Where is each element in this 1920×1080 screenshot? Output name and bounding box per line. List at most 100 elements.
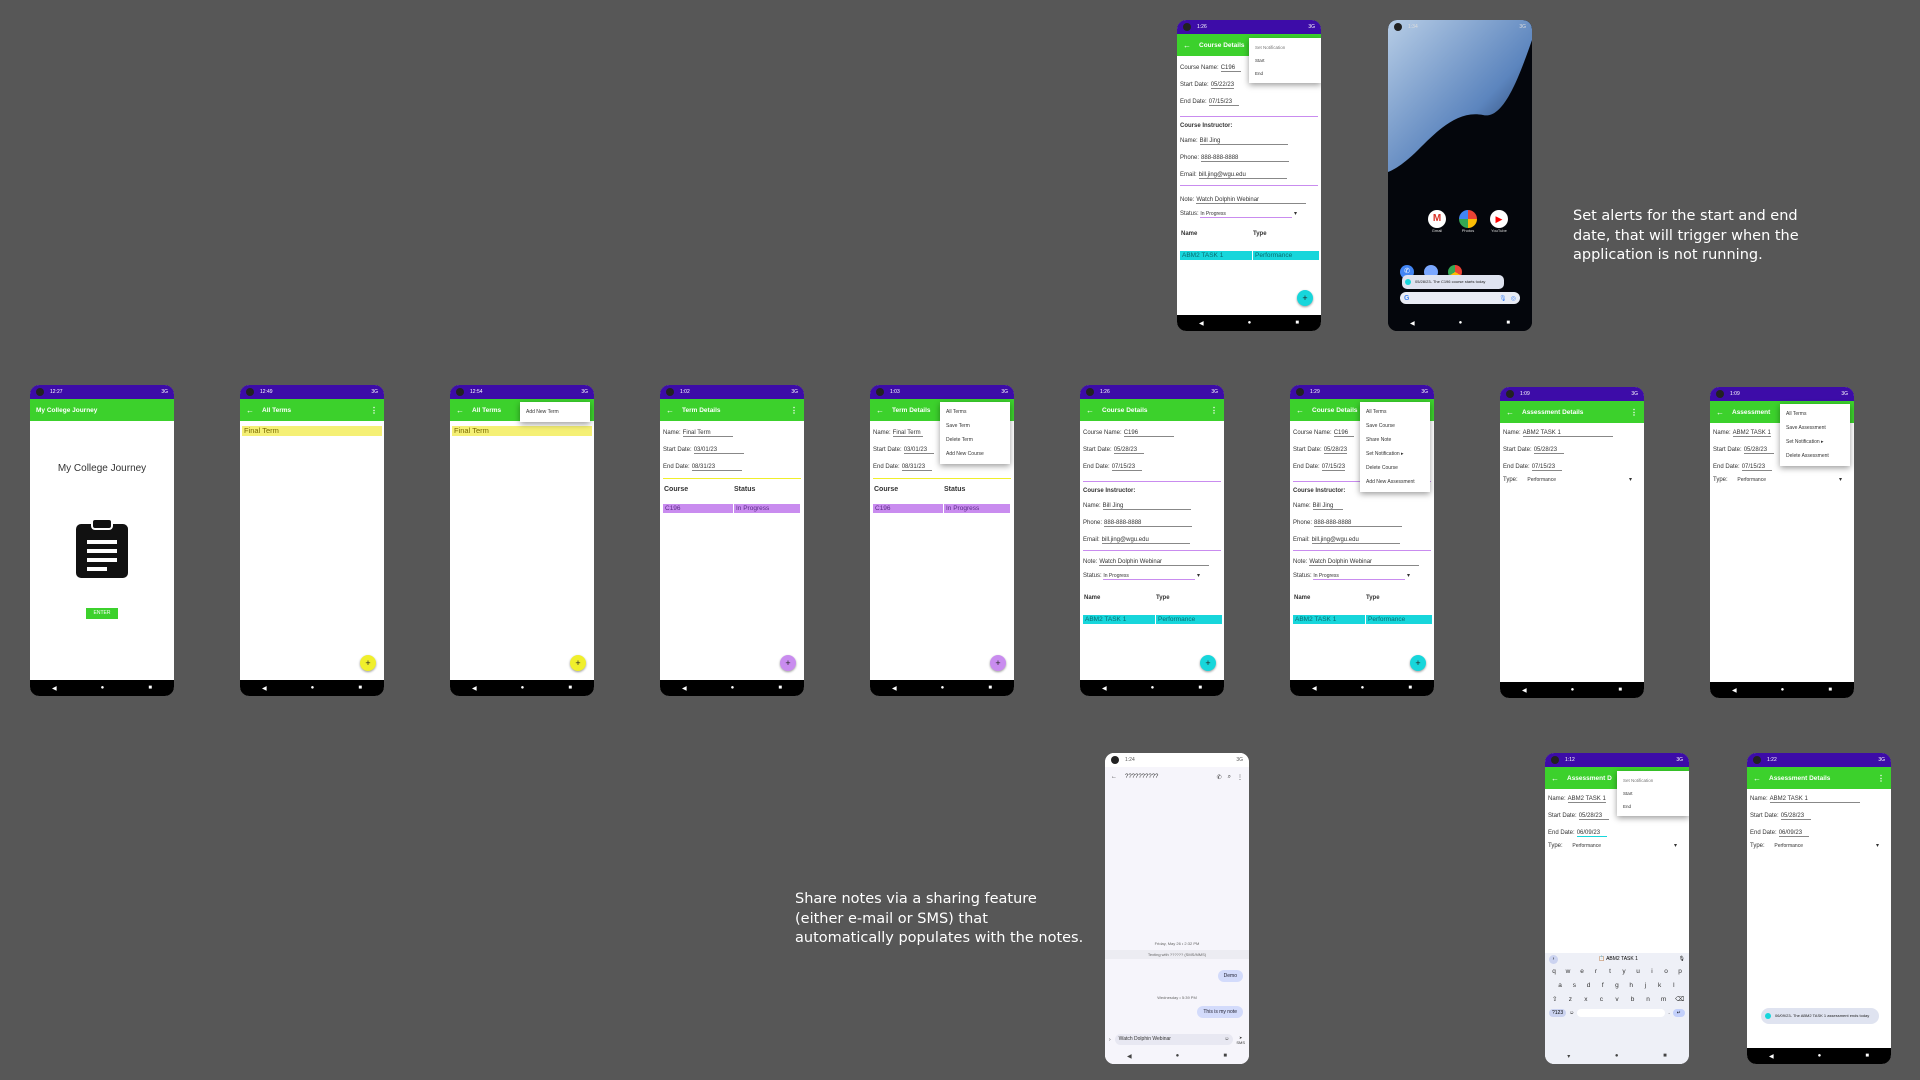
back-arrow-icon[interactable]: ← bbox=[876, 406, 884, 415]
recents-nav-icon[interactable]: ■ bbox=[778, 685, 782, 691]
assessment-start-field[interactable]: Start Date: 05/28/23 bbox=[1548, 813, 1609, 820]
course-start-field[interactable]: Start Date: 05/22/23 bbox=[1180, 82, 1235, 89]
assessment-start-field[interactable]: Start Date: 05/28/23 bbox=[1750, 813, 1811, 820]
assessment-name-field[interactable]: Name: ABM2 TASK 1 bbox=[1713, 430, 1771, 437]
course-cell[interactable]: C196 bbox=[873, 504, 943, 513]
key[interactable]: d bbox=[1585, 981, 1593, 991]
back-nav-icon[interactable]: ◀ bbox=[1769, 1053, 1774, 1060]
menu-item-start[interactable]: Start bbox=[1617, 787, 1689, 800]
back-nav-icon[interactable]: ◀ bbox=[1522, 687, 1527, 694]
home-nav-icon[interactable]: ● bbox=[1151, 685, 1155, 691]
overflow-menu-icon[interactable]: ⋮ bbox=[1210, 406, 1218, 415]
message-bubble[interactable]: This is my note bbox=[1197, 1006, 1243, 1018]
status-cell[interactable]: In Progress bbox=[944, 504, 1010, 513]
menu-item-end[interactable]: End bbox=[1249, 67, 1321, 80]
home-nav-icon[interactable]: ● bbox=[1248, 320, 1252, 326]
term-start-field[interactable]: Start Date: 03/01/23 bbox=[873, 447, 934, 454]
key[interactable]: a bbox=[1556, 981, 1564, 991]
back-nav-icon[interactable]: ◀ bbox=[1127, 1053, 1132, 1060]
recents-nav-icon[interactable]: ■ bbox=[1663, 1053, 1667, 1059]
course-cell[interactable]: C196 bbox=[663, 504, 733, 513]
assessment-cell[interactable]: ABM2 TASK 1 bbox=[1083, 615, 1155, 624]
expand-icon[interactable]: › bbox=[1109, 1037, 1111, 1043]
back-arrow-icon[interactable]: ← bbox=[1183, 41, 1191, 50]
home-nav-icon[interactable]: ● bbox=[1615, 1053, 1619, 1059]
menu-item-set-notification[interactable]: Set Notification ▸ bbox=[1360, 447, 1430, 461]
key[interactable]: w bbox=[1564, 967, 1572, 977]
term-row[interactable]: Final Term bbox=[452, 426, 592, 436]
home-nav-icon[interactable]: ● bbox=[101, 685, 105, 691]
key[interactable]: v bbox=[1613, 995, 1621, 1005]
emoji-icon[interactable]: ☺ bbox=[1224, 1034, 1229, 1045]
shift-key-icon[interactable]: ⇧ bbox=[1551, 995, 1559, 1005]
menu-item-share-note[interactable]: Share Note bbox=[1360, 433, 1430, 447]
assessment-end-field[interactable]: End Date: 06/09/23 bbox=[1548, 830, 1607, 837]
note-field[interactable]: Note: Watch Dolphin Webinar bbox=[1180, 197, 1307, 204]
back-arrow-icon[interactable]: ← bbox=[1753, 774, 1761, 783]
recents-nav-icon[interactable]: ■ bbox=[1223, 1053, 1227, 1059]
key[interactable]: i bbox=[1648, 967, 1656, 977]
key[interactable]: y bbox=[1620, 967, 1628, 977]
photos-app[interactable]: Photos bbox=[1459, 210, 1477, 233]
message-bubble[interactable]: Demo bbox=[1217, 970, 1243, 982]
back-nav-icon[interactable]: ◀ bbox=[52, 685, 57, 692]
mic-icon[interactable]: 🎙 bbox=[1679, 956, 1685, 962]
expand-toolbar-icon[interactable]: › bbox=[1549, 954, 1558, 964]
home-nav-icon[interactable]: ● bbox=[1176, 1053, 1180, 1059]
back-nav-icon[interactable]: ◀ bbox=[1410, 320, 1415, 327]
assessment-end-field[interactable]: End Date: 06/09/23 bbox=[1750, 830, 1809, 837]
assessment-start-field[interactable]: Start Date: 05/28/23 bbox=[1503, 447, 1564, 454]
back-nav-icon[interactable]: ◀ bbox=[1102, 685, 1107, 692]
menu-item-add-new-term[interactable]: Add New Term bbox=[520, 405, 590, 419]
course-name-field[interactable]: Course Name: C196 bbox=[1083, 430, 1174, 437]
mic-icon[interactable]: 🎙 bbox=[1499, 295, 1507, 302]
instructor-name-field[interactable]: Name: Bill Jing bbox=[1293, 503, 1343, 510]
key[interactable]: g bbox=[1613, 981, 1621, 991]
type-select[interactable]: Type: Performance ▾ bbox=[1548, 842, 1677, 849]
key[interactable]: u bbox=[1634, 967, 1642, 977]
overflow-menu-icon[interactable]: ⋮ bbox=[1237, 774, 1243, 781]
back-nav-icon[interactable]: ◀ bbox=[262, 685, 267, 692]
key[interactable]: p bbox=[1676, 967, 1684, 977]
instructor-phone-field[interactable]: Phone: 888-888-8888 bbox=[1293, 520, 1403, 527]
type-cell[interactable]: Performance bbox=[1366, 615, 1432, 624]
recents-nav-icon[interactable]: ■ bbox=[568, 685, 572, 691]
menu-item-save-term[interactable]: Save Term bbox=[940, 419, 1010, 433]
menu-item-delete-assessment[interactable]: Delete Assessment bbox=[1780, 449, 1850, 463]
key[interactable]: j bbox=[1641, 981, 1649, 991]
menu-item-save-assessment[interactable]: Save Assessment bbox=[1780, 421, 1850, 435]
send-button[interactable]: ➤ SMS bbox=[1236, 1035, 1245, 1045]
menu-item-start[interactable]: Start bbox=[1249, 54, 1321, 67]
recents-nav-icon[interactable]: ■ bbox=[1618, 687, 1622, 693]
course-start-field[interactable]: Start Date: 05/28/23 bbox=[1293, 447, 1348, 454]
assessment-cell[interactable]: ABM2 TASK 1 bbox=[1293, 615, 1365, 624]
menu-item-add-new-assessment[interactable]: Add New Assessment bbox=[1360, 475, 1430, 489]
key[interactable]: s bbox=[1570, 981, 1578, 991]
status-select[interactable]: Status: In Progress ▾ bbox=[1083, 572, 1200, 580]
key[interactable]: r bbox=[1592, 967, 1600, 977]
key[interactable]: o bbox=[1662, 967, 1670, 977]
enter-key-icon[interactable]: ↵ bbox=[1672, 1009, 1685, 1017]
menu-item-save-course[interactable]: Save Course bbox=[1360, 419, 1430, 433]
term-row[interactable]: Final Term bbox=[242, 426, 382, 436]
compose-input[interactable]: Watch Dolphin Webinar ☺ bbox=[1114, 1034, 1234, 1045]
back-arrow-icon[interactable]: ← bbox=[1506, 408, 1514, 417]
back-arrow-icon[interactable]: ← bbox=[1086, 406, 1094, 415]
backspace-key-icon[interactable]: ⌫ bbox=[1675, 995, 1684, 1005]
key[interactable]: m bbox=[1660, 995, 1668, 1005]
gmail-app[interactable]: M Gmail bbox=[1428, 210, 1446, 233]
status-cell[interactable]: In Progress bbox=[734, 504, 800, 513]
type-select[interactable]: Type: Performance ▾ bbox=[1503, 476, 1632, 483]
status-select[interactable]: Status: In Progress ▾ bbox=[1180, 210, 1297, 218]
lens-icon[interactable]: ◎ bbox=[1511, 295, 1516, 302]
menu-item-end[interactable]: End bbox=[1617, 800, 1689, 813]
menu-item-delete-term[interactable]: Delete Term bbox=[940, 433, 1010, 447]
notification-toast[interactable]: 05/28/23- The C196 course starts today bbox=[1402, 275, 1504, 289]
back-arrow-icon[interactable]: ← bbox=[1111, 774, 1117, 780]
back-arrow-icon[interactable]: ← bbox=[1716, 408, 1724, 417]
youtube-app[interactable]: ▶ YouTube bbox=[1490, 210, 1508, 233]
symbols-key[interactable]: ?123 bbox=[1549, 1009, 1567, 1017]
notification-toast[interactable]: 06/09/23- The ABM2 TASK 1 assessment end… bbox=[1761, 1008, 1879, 1024]
menu-item-add-new-course[interactable]: Add New Course bbox=[940, 447, 1010, 461]
assessment-end-field[interactable]: End Date: 07/15/23 bbox=[1503, 464, 1562, 471]
